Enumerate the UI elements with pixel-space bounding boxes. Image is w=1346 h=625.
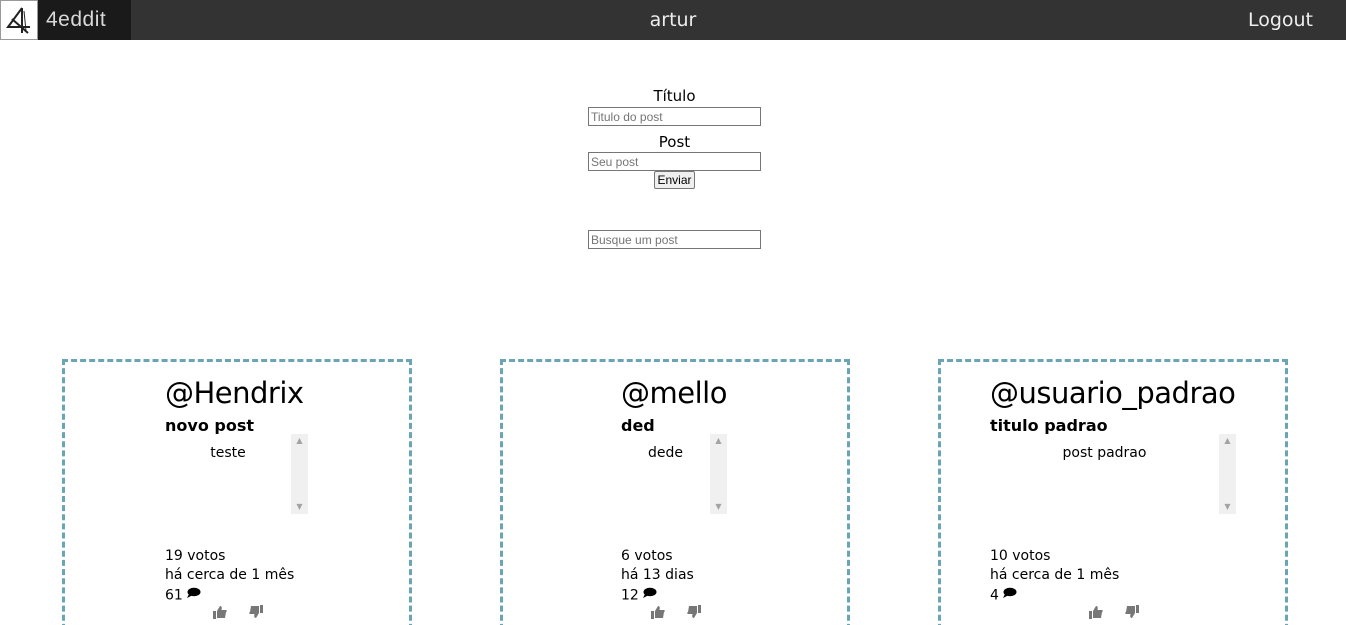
search-input[interactable] — [588, 230, 761, 249]
post-body-text: post padrao — [1062, 445, 1147, 461]
scroll-up-arrow-icon[interactable]: ▲ — [710, 434, 727, 448]
thumbs-up-icon[interactable] — [651, 604, 665, 619]
thumbs-down-icon[interactable] — [249, 604, 263, 618]
post-votes: 6 votos — [621, 548, 673, 564]
comment-count: 12 — [621, 587, 639, 604]
post-label: Post — [658, 133, 691, 151]
post-card: @mello ded dede ▲ ▼ 6 votos há 13 dias 1… — [500, 359, 850, 625]
comment-count: 61 — [165, 587, 183, 604]
post-author[interactable]: @mello — [621, 376, 727, 410]
thumbs-down-icon[interactable] — [687, 604, 701, 618]
title-input[interactable] — [588, 107, 761, 126]
post-body-scrollbar[interactable]: ▲ ▼ — [291, 434, 308, 514]
scroll-down-arrow-icon[interactable]: ▼ — [291, 500, 308, 514]
speech-bubble-icon — [1002, 586, 1017, 605]
post-title: novo post — [165, 416, 254, 435]
post-time: há cerca de 1 mês — [165, 567, 295, 583]
post-votes: 10 votos — [990, 548, 1051, 564]
thumbs-down-icon[interactable] — [1125, 604, 1139, 618]
comment-count: 4 — [990, 587, 999, 604]
post-votes: 19 votos — [165, 548, 226, 564]
scroll-up-arrow-icon[interactable]: ▲ — [1219, 434, 1236, 448]
thumbs-up-icon[interactable] — [1089, 604, 1103, 619]
post-comments[interactable]: 12 — [621, 586, 657, 606]
scroll-down-arrow-icon[interactable]: ▼ — [710, 500, 727, 514]
post-title: titulo padrao — [990, 416, 1108, 435]
current-username: artur — [649, 9, 697, 31]
post-time: há 13 dias — [621, 567, 694, 583]
speech-bubble-icon — [186, 586, 201, 605]
post-author[interactable]: @Hendrix — [165, 376, 304, 410]
post-card: @Hendrix novo post teste ▲ ▼ 19 votos há… — [62, 359, 412, 625]
post-card: @usuario_padrao titulo padrao post padra… — [938, 359, 1288, 625]
post-comments[interactable]: 4 — [990, 586, 1017, 606]
post-input[interactable] — [588, 152, 761, 171]
post-comments[interactable]: 61 — [165, 586, 201, 606]
post-body[interactable]: post padrao ▲ ▼ — [990, 434, 1236, 514]
post-body-scrollbar[interactable]: ▲ ▼ — [1219, 434, 1236, 514]
top-navbar: 4eddit artur Logout — [0, 0, 1346, 40]
title-label: Título — [653, 87, 696, 105]
scroll-up-arrow-icon[interactable]: ▲ — [291, 434, 308, 448]
post-body[interactable]: teste ▲ ▼ — [165, 434, 308, 514]
post-time: há cerca de 1 mês — [990, 567, 1120, 583]
scroll-down-arrow-icon[interactable]: ▼ — [1219, 500, 1236, 514]
post-body-text: teste — [210, 445, 246, 461]
submit-button[interactable]: Enviar — [654, 171, 695, 189]
speech-bubble-icon — [642, 586, 657, 605]
post-author[interactable]: @usuario_padrao — [990, 376, 1236, 410]
post-body[interactable]: dede ▲ ▼ — [621, 434, 727, 514]
logout-button[interactable]: Logout — [1248, 9, 1313, 31]
thumbs-up-icon[interactable] — [213, 604, 227, 619]
post-title: ded — [621, 416, 655, 435]
post-body-scrollbar[interactable]: ▲ ▼ — [710, 434, 727, 514]
